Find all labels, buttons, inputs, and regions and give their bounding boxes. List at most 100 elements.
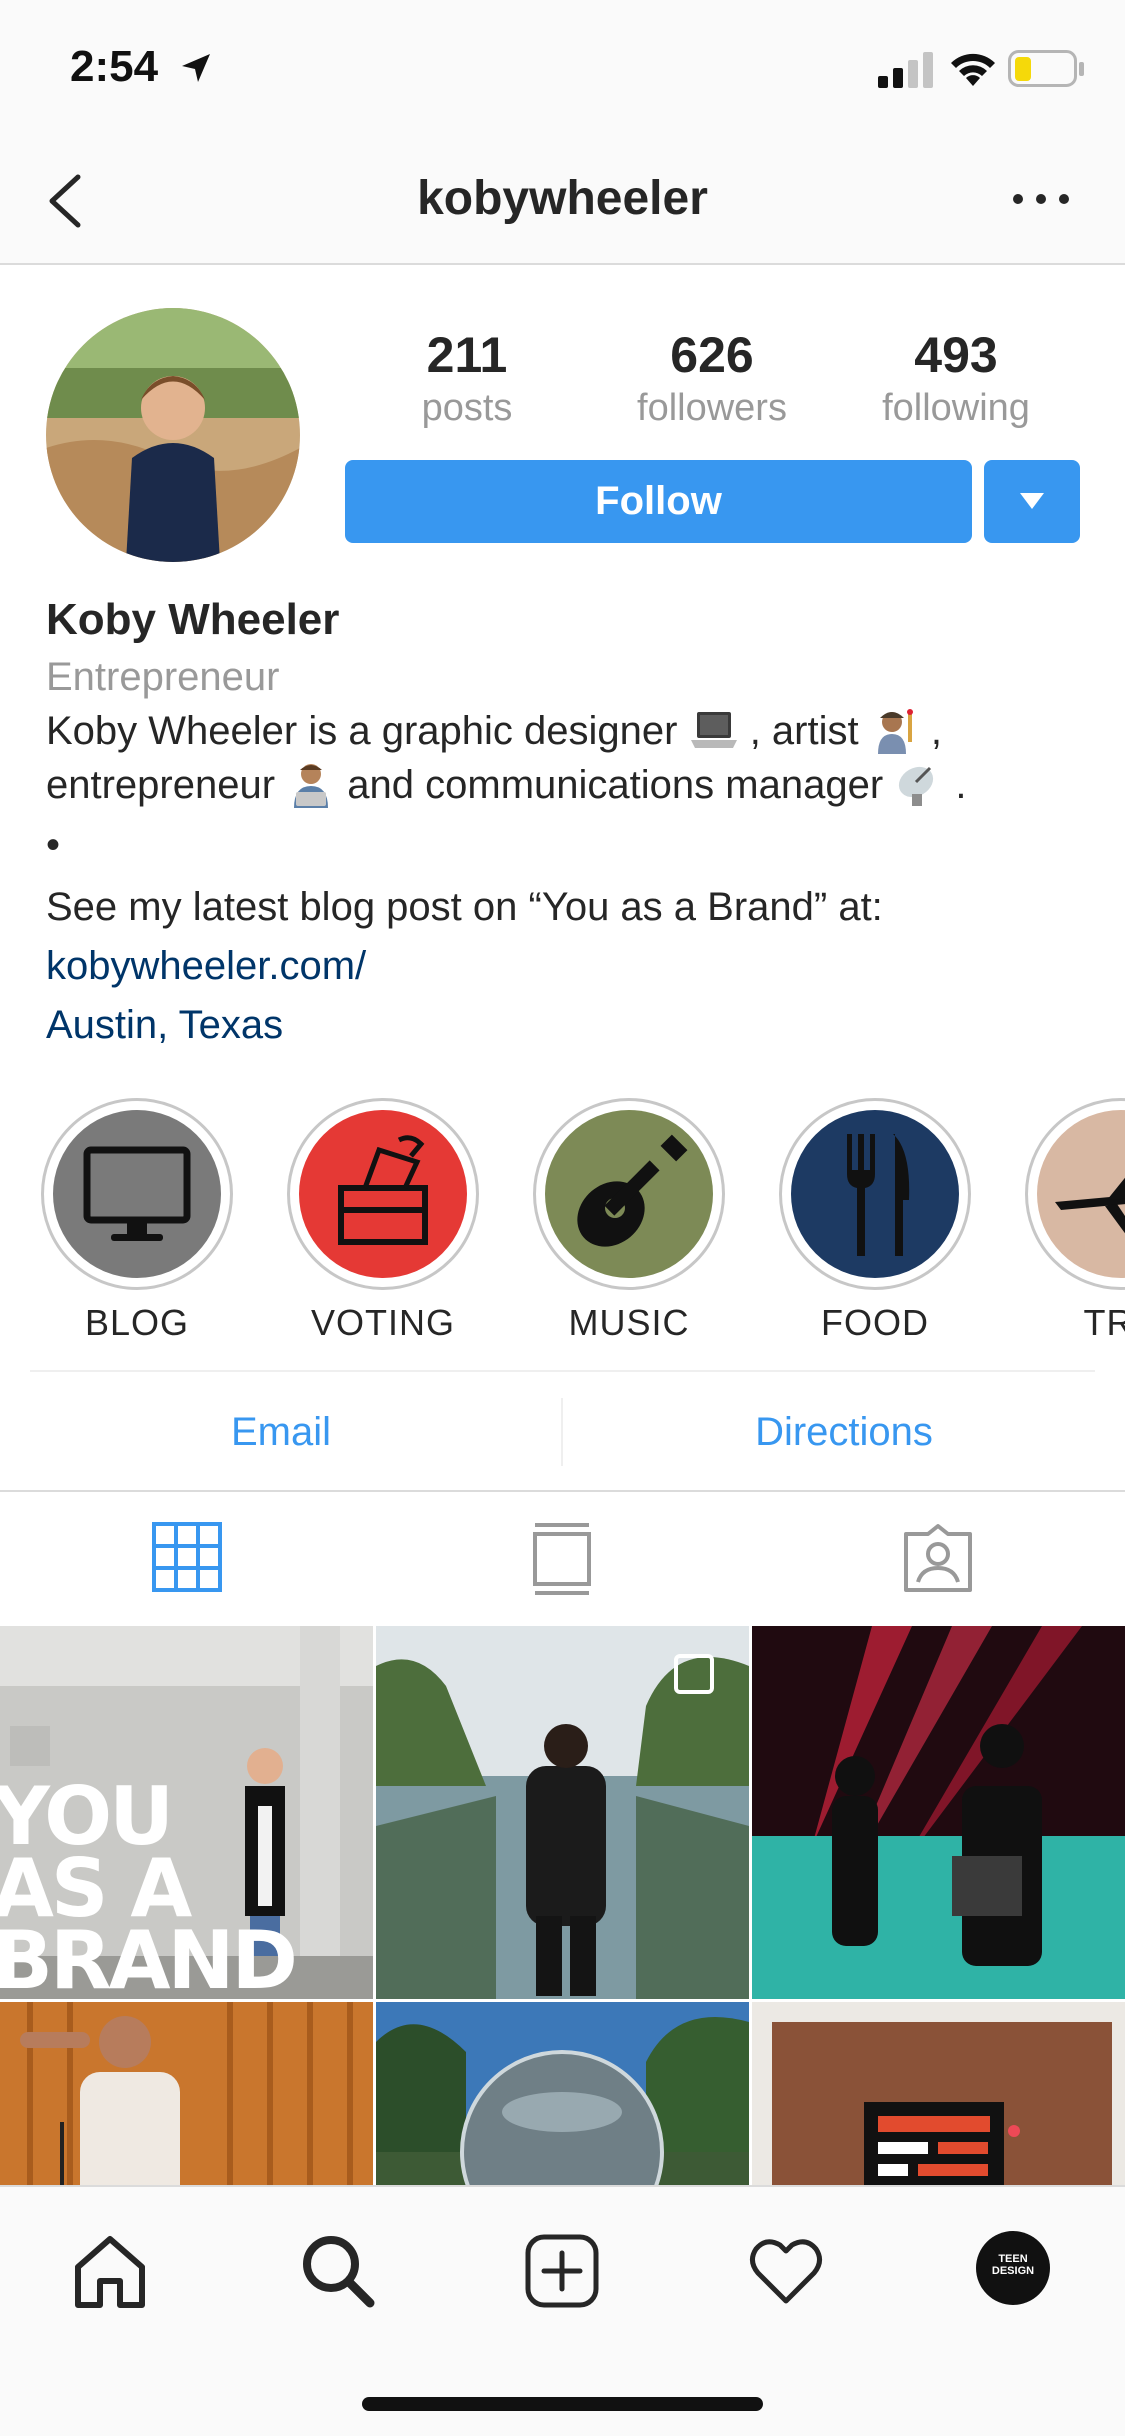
highlight-label: VOTING bbox=[310, 1302, 455, 1343]
home-indicator[interactable] bbox=[362, 2397, 763, 2411]
post-image bbox=[752, 1626, 1125, 1999]
highlight-label: BLOG bbox=[84, 1302, 190, 1343]
highlight-blog[interactable]: BLOG bbox=[37, 1098, 237, 1344]
stat-followers[interactable]: 626 followers bbox=[592, 325, 832, 431]
highlight-travel[interactable]: TRA bbox=[1021, 1098, 1125, 1344]
highlight-label: TRA bbox=[1083, 1302, 1125, 1343]
tab-tagged[interactable] bbox=[750, 1492, 1125, 1624]
tagged-icon bbox=[904, 1524, 972, 1592]
highlight-cover bbox=[53, 1110, 221, 1278]
more-options-icon[interactable] bbox=[1008, 179, 1074, 219]
post-thumbnail[interactable]: YOU AS A BRAND bbox=[0, 1626, 373, 1999]
avatar-text: DESIGN bbox=[991, 2265, 1035, 2277]
new-post-icon[interactable] bbox=[522, 2231, 602, 2311]
full-name: Koby Wheeler bbox=[46, 595, 340, 644]
airplane-icon bbox=[1055, 1177, 1125, 1234]
caret-down-icon bbox=[1020, 493, 1044, 509]
stat-label: following bbox=[882, 387, 1030, 429]
profile-tabs bbox=[0, 1492, 1125, 1624]
highlight-ring bbox=[1025, 1098, 1125, 1290]
highlight-music[interactable]: MUSIC bbox=[529, 1098, 729, 1344]
email-button[interactable]: Email bbox=[0, 1372, 562, 1492]
post-image bbox=[752, 2002, 1125, 2186]
highlight-ring bbox=[779, 1098, 971, 1290]
follow-button[interactable]: Follow bbox=[345, 460, 972, 543]
highlight-cover bbox=[791, 1110, 959, 1278]
bio-text: , bbox=[930, 709, 942, 753]
wifi-icon bbox=[951, 53, 995, 86]
home-icon[interactable] bbox=[70, 2231, 150, 2311]
highlight-label: MUSIC bbox=[568, 1302, 690, 1343]
highlight-cover bbox=[299, 1110, 467, 1278]
highlight-voting[interactable]: VOTING bbox=[283, 1098, 483, 1344]
activity-heart-icon[interactable] bbox=[746, 2231, 826, 2311]
feed-icon bbox=[533, 1523, 591, 1595]
bio-line: entrepreneur and communications manager … bbox=[46, 758, 1096, 812]
satellite-dish-emoji-icon bbox=[899, 766, 934, 806]
grid-icon bbox=[152, 1522, 222, 1592]
stat-value: 493 bbox=[914, 327, 998, 383]
bio-text: , artist bbox=[749, 709, 859, 753]
stat-label: followers bbox=[637, 387, 787, 429]
location-arrow-icon bbox=[182, 54, 210, 82]
highlight-ring bbox=[41, 1098, 233, 1290]
notification-dot bbox=[1008, 2125, 1020, 2137]
battery-icon bbox=[1008, 50, 1084, 87]
suggested-accounts-dropdown[interactable] bbox=[984, 460, 1080, 543]
header-username: kobywheeler bbox=[417, 172, 708, 225]
post-thumbnail[interactable] bbox=[376, 1626, 749, 1999]
directions-button[interactable]: Directions bbox=[563, 1372, 1125, 1492]
technologist-emoji-icon bbox=[294, 764, 329, 808]
tab-feed[interactable] bbox=[375, 1492, 750, 1624]
post-thumbnail[interactable] bbox=[0, 2002, 373, 2186]
ballot-box-icon bbox=[338, 1135, 428, 1245]
highlight-ring bbox=[287, 1098, 479, 1290]
bio-line: Koby Wheeler is a graphic designer , art… bbox=[46, 704, 1096, 758]
stat-value: 211 bbox=[426, 327, 508, 383]
post-image bbox=[376, 1626, 749, 1999]
monitor-icon bbox=[83, 1146, 191, 1241]
location-link[interactable]: Austin, Texas bbox=[46, 996, 1096, 1054]
bio-bullet: • bbox=[46, 823, 61, 867]
post-image bbox=[376, 2002, 749, 2186]
cellular-signal-icon bbox=[878, 52, 933, 88]
post-image bbox=[0, 2002, 373, 2186]
post-thumbnail[interactable] bbox=[752, 2002, 1125, 2186]
profile-bio: Koby Wheeler Entrepreneur Koby Wheeler i… bbox=[46, 590, 1096, 1054]
avatar-photo bbox=[46, 308, 300, 562]
highlight-label: FOOD bbox=[821, 1302, 929, 1343]
post-overlay-text: YOU AS A BRAND bbox=[0, 1777, 298, 2000]
stat-label: posts bbox=[421, 387, 513, 429]
posts-grid: YOU AS A BRAND bbox=[0, 1626, 1125, 2186]
overlay-line: BRAND bbox=[0, 1914, 298, 2000]
highlight-food[interactable]: FOOD bbox=[775, 1098, 975, 1344]
guitar-icon bbox=[577, 1134, 688, 1247]
profile-header: kobywheeler bbox=[0, 135, 1125, 265]
status-time: 2:54 bbox=[70, 42, 159, 91]
contact-actions: Email Directions bbox=[0, 1372, 1125, 1492]
bio-text: . bbox=[955, 763, 967, 807]
bio-text: See my latest blog post on “You as a Bra… bbox=[46, 885, 883, 929]
profile-tab-avatar[interactable]: TEEN DESIGN bbox=[976, 2231, 1050, 2305]
bio-text: Koby Wheeler is a graphic designer bbox=[46, 709, 678, 753]
tab-grid[interactable] bbox=[0, 1492, 375, 1624]
highlight-ring bbox=[533, 1098, 725, 1290]
post-thumbnail[interactable] bbox=[376, 2002, 749, 2186]
avatar-text: TEEN bbox=[998, 2253, 1028, 2265]
post-thumbnail[interactable] bbox=[752, 1626, 1125, 1999]
website-link[interactable]: kobywheeler.com/ bbox=[46, 936, 1096, 996]
highlight-cover bbox=[545, 1110, 713, 1278]
bio-text: and communications manager bbox=[347, 763, 884, 807]
fork-knife-icon bbox=[847, 1134, 910, 1256]
status-bar: 2:54 bbox=[0, 0, 1125, 135]
highlight-cover bbox=[1037, 1110, 1125, 1278]
story-highlights: BLOG VOTING MUSIC FOOD TR bbox=[0, 1098, 1125, 1348]
artist-emoji-icon bbox=[877, 709, 913, 754]
stat-posts[interactable]: 211 posts bbox=[347, 325, 587, 431]
stat-following[interactable]: 493 following bbox=[836, 325, 1076, 431]
laptop-emoji-icon bbox=[690, 712, 737, 748]
bio-text: entrepreneur bbox=[46, 763, 276, 807]
search-icon[interactable] bbox=[298, 2231, 378, 2311]
category-label: Entrepreneur bbox=[46, 655, 280, 699]
profile-avatar[interactable] bbox=[46, 308, 300, 562]
